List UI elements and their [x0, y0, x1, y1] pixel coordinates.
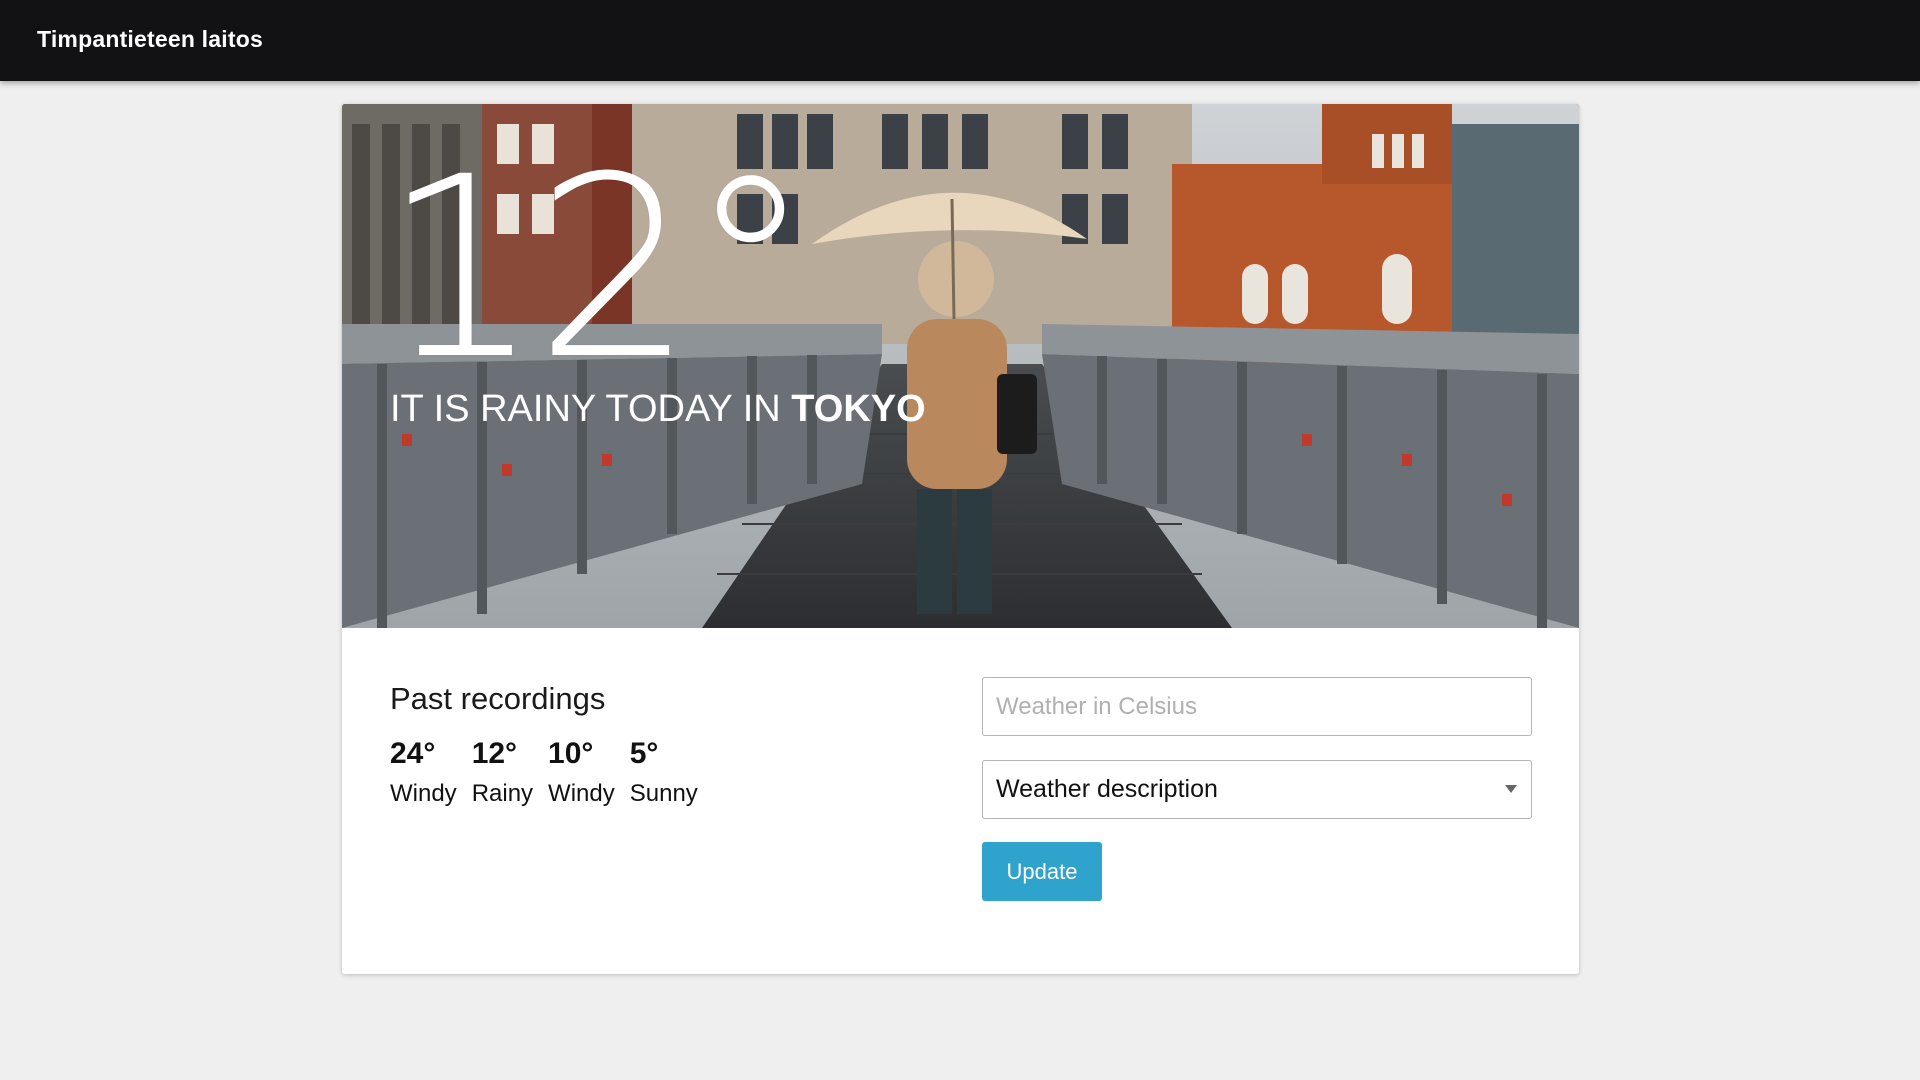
recording-temperature: 5°: [629, 737, 659, 770]
recording-description: Windy: [390, 780, 457, 807]
headline-prefix: IT IS RAINY TODAY IN: [390, 388, 792, 430]
hero-image: 12° IT IS RAINY TODAY IN TOKYO: [342, 104, 1579, 628]
city-name: TOKYO: [791, 388, 926, 430]
recording-description: Rainy: [471, 780, 534, 807]
recording-temperature: 12°: [471, 737, 518, 770]
weather-headline: IT IS RAINY TODAY IN TOKYO: [390, 386, 926, 432]
current-temperature: 12°: [382, 123, 813, 414]
update-button[interactable]: Update: [982, 842, 1102, 901]
recording-temperature: 24°: [390, 737, 436, 770]
weather-card: 12° IT IS RAINY TODAY IN TOKYO Past reco…: [342, 104, 1579, 974]
recording-item: 10° Windy: [548, 736, 615, 808]
select-value: Weather description: [996, 775, 1218, 803]
recording-temperature: 10°: [548, 737, 594, 770]
recording-item: 24° Windy: [390, 736, 457, 808]
past-recordings-list: 24° Windy 12° Rainy 10° Windy 5° Sunny: [390, 736, 713, 808]
celsius-input[interactable]: [982, 677, 1532, 736]
recording-item: 5° Sunny: [630, 736, 698, 808]
recording-description: Windy: [548, 780, 615, 807]
recording-item: 12° Rainy: [472, 736, 533, 808]
past-recordings-title: Past recordings: [390, 681, 606, 716]
brand-title[interactable]: Timpantieteen laitos: [37, 26, 263, 53]
weather-description-select[interactable]: Weather description: [982, 760, 1532, 819]
recording-description: Sunny: [629, 780, 698, 807]
top-navbar: Timpantieteen laitos: [0, 0, 1920, 81]
chevron-down-icon: [1505, 785, 1517, 793]
